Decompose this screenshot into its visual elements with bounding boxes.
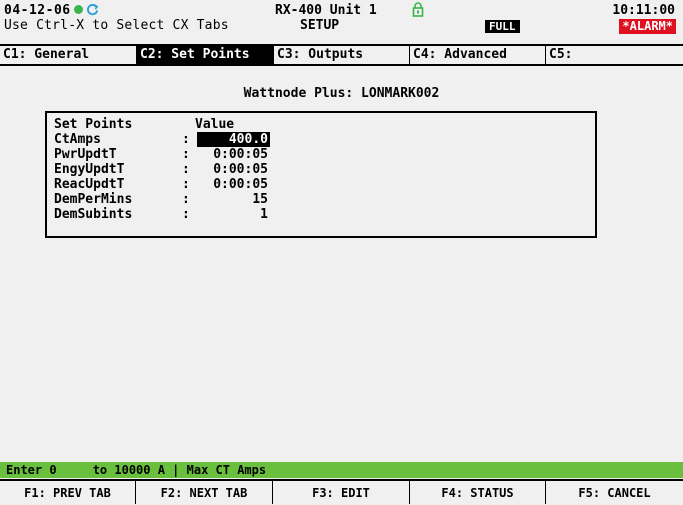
setpoint-name: EngyUpdtT xyxy=(54,162,125,177)
access-level-badge: FULL xyxy=(485,20,520,33)
setpoint-value[interactable]: 0:00:05 xyxy=(198,147,268,162)
separator: : xyxy=(182,162,190,177)
clock-time: 10:11:00 xyxy=(612,3,675,18)
tab-set-points[interactable]: C2: Set Points xyxy=(137,46,274,64)
setpoint-value[interactable]: 0:00:05 xyxy=(198,162,268,177)
separator: : xyxy=(182,192,190,207)
column-header-set-points: Set Points xyxy=(54,117,133,132)
device-title: Wattnode Plus: LONMARK002 xyxy=(243,86,440,101)
header-date-row: 04-12-06 xyxy=(4,3,99,18)
device-name: RX-400 Unit 1 xyxy=(275,3,377,18)
separator: : xyxy=(182,147,190,162)
alarm-badge[interactable]: *ALARM* xyxy=(619,19,676,34)
mode-label: SETUP xyxy=(300,18,340,33)
tab-advanced[interactable]: C4: Advanced xyxy=(410,46,546,64)
setpoint-value[interactable]: 1 xyxy=(198,207,268,222)
status-dot-icon xyxy=(73,5,83,14)
tab-general[interactable]: C1: General xyxy=(0,46,137,64)
setpoint-value[interactable]: 0:00:05 xyxy=(198,177,268,192)
separator: : xyxy=(182,132,190,147)
f3-edit-button[interactable]: F3: EDIT xyxy=(273,481,410,504)
separator: : xyxy=(182,177,190,192)
f5-cancel-button[interactable]: F5: CANCEL xyxy=(546,481,683,504)
lock-icon xyxy=(412,2,424,17)
f1-prev-tab-button[interactable]: F1: PREV TAB xyxy=(0,481,136,504)
f4-status-button[interactable]: F4: STATUS xyxy=(410,481,546,504)
sync-icon xyxy=(86,4,98,16)
setpoint-name: CtAmps xyxy=(54,132,101,147)
set-points-table: Set Points Value CtAmps : 400.0 PwrUpdtT… xyxy=(45,111,597,238)
setpoint-value[interactable]: 15 xyxy=(198,192,268,207)
setpoint-name: DemPerMins xyxy=(54,192,133,207)
separator: : xyxy=(182,207,190,222)
setpoint-name: ReacUpdtT xyxy=(54,177,125,192)
tab-outputs[interactable]: C3: Outputs xyxy=(274,46,410,64)
tab-bar: C1: General C2: Set Points C3: Outputs C… xyxy=(0,44,683,66)
setpoint-name: DemSubints xyxy=(54,207,133,222)
tab-c5[interactable]: C5: xyxy=(546,46,683,64)
column-header-value: Value xyxy=(195,117,235,132)
header-bar: 04-12-06 Use Ctrl-X to Select CX Tabs RX… xyxy=(0,0,683,44)
function-key-bar: F1: PREV TAB F2: NEXT TAB F3: EDIT F4: S… xyxy=(0,479,683,504)
header-instruction: Use Ctrl-X to Select CX Tabs xyxy=(4,18,229,33)
f2-next-tab-button[interactable]: F2: NEXT TAB xyxy=(136,481,273,504)
setpoint-name: PwrUpdtT xyxy=(54,147,117,162)
input-hint-bar: Enter 0 to 10000 A | Max CT Amps xyxy=(0,462,683,478)
setpoint-value-selected[interactable]: 400.0 xyxy=(197,132,270,147)
date-text: 04-12-06 xyxy=(4,3,71,18)
